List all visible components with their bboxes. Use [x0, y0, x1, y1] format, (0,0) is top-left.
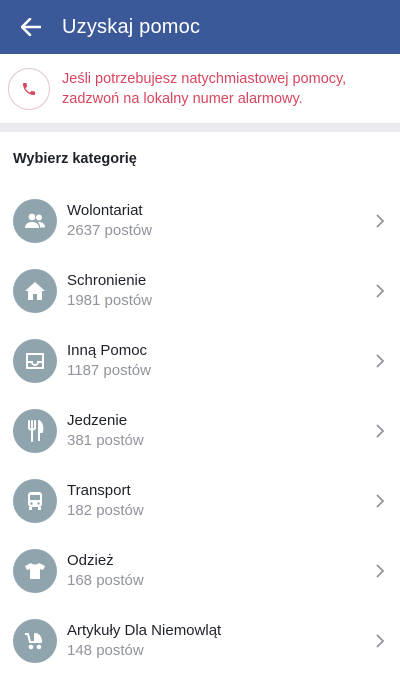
category-item[interactable]: Artykuły Dla Niemowląt 148 postów	[0, 606, 400, 676]
people-icon	[13, 199, 57, 243]
chevron-right-icon	[360, 424, 400, 438]
category-item[interactable]: Wolontariat 2637 postów	[0, 186, 400, 256]
chevron-right-icon	[360, 634, 400, 648]
category-item[interactable]: Jedzenie 381 postów	[0, 396, 400, 466]
category-title: Transport	[67, 482, 131, 499]
fork-knife-icon	[13, 409, 57, 453]
category-count: 168 postów	[67, 572, 144, 589]
stroller-icon	[13, 619, 57, 663]
section-divider	[0, 124, 400, 132]
arrow-left-icon	[21, 18, 41, 36]
category-title: Artykuły Dla Niemowląt	[67, 622, 222, 639]
category-count: 1187 postów	[67, 362, 151, 379]
chevron-right-icon	[360, 214, 400, 228]
category-title: Inną Pomoc	[67, 342, 148, 359]
category-count: 2637 postów	[67, 222, 153, 239]
shirt-icon	[13, 549, 57, 593]
category-count: 182 postów	[67, 502, 144, 519]
category-title: Jedzenie	[67, 412, 128, 429]
back-button[interactable]	[0, 0, 62, 54]
category-item[interactable]: Odzież 168 postów	[0, 536, 400, 606]
app-bar: Uzyskaj pomoc	[0, 0, 400, 54]
chevron-right-icon	[360, 494, 400, 508]
category-title: Schronienie	[67, 272, 147, 289]
category-item[interactable]: Inną Pomoc 1187 postów	[0, 326, 400, 396]
category-title: Wolontariat	[67, 202, 143, 219]
category-item[interactable]: Transport 182 postów	[0, 466, 400, 536]
phone-icon-circle[interactable]	[8, 67, 50, 110]
category-list: Wolontariat 2637 postów Schronienie 1981…	[0, 186, 400, 676]
page-title: Uzyskaj pomoc	[62, 15, 201, 38]
category-count: 1981 postów	[67, 292, 153, 309]
category-count: 381 postów	[67, 432, 144, 449]
category-item[interactable]: Schronienie 1981 postów	[0, 256, 400, 326]
alert-text: Jeśli potrzebujesz natychmiastowej pomoc…	[62, 70, 347, 107]
chevron-right-icon	[360, 354, 400, 368]
house-icon	[13, 269, 57, 313]
section-title: Wybierz kategorię	[13, 151, 137, 167]
category-title: Odzież	[67, 552, 114, 569]
phone-icon	[23, 82, 35, 95]
category-count: 148 postów	[67, 642, 144, 659]
emergency-alert: Jeśli potrzebujesz natychmiastowej pomoc…	[0, 54, 400, 124]
chevron-right-icon	[360, 284, 400, 298]
tray-icon	[13, 339, 57, 383]
chevron-right-icon	[360, 564, 400, 578]
bus-icon	[13, 479, 57, 523]
